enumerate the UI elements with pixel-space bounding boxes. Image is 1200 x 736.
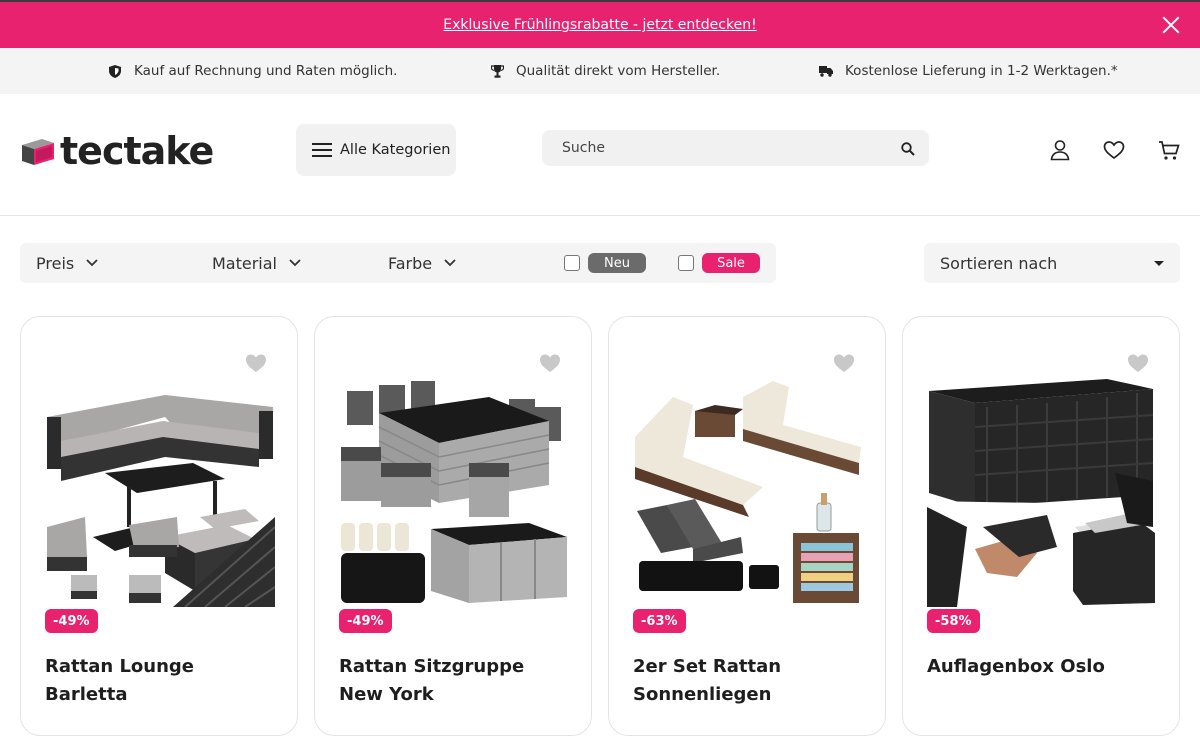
product-card[interactable]: -49% Rattan Lounge Barletta — [20, 316, 298, 736]
new-checkbox[interactable] — [564, 255, 580, 271]
usp-text: Qualität direkt vom Hersteller. — [516, 63, 721, 79]
filter-color-label: Farbe — [388, 253, 433, 273]
discount-badge: -63% — [633, 609, 686, 633]
product-image — [927, 379, 1157, 607]
discount-badge: -49% — [339, 609, 392, 633]
discount-badge: -49% — [45, 609, 98, 633]
heart-icon[interactable] — [245, 353, 267, 373]
filter-material[interactable]: Material — [212, 243, 301, 283]
menu-icon — [312, 143, 332, 157]
new-pill: Neu — [588, 253, 646, 273]
product-title: 2er Set Rattan Sonnenliegen — [633, 656, 782, 705]
product-image — [635, 381, 861, 603]
search-bar — [542, 130, 929, 166]
site-header: tectake Alle Kategorien — [0, 94, 1200, 216]
chevron-down-icon — [289, 259, 301, 267]
all-categories-label: Alle Kategorien — [340, 142, 451, 158]
chevron-down-icon — [86, 259, 98, 267]
logo-text: tectake — [60, 129, 214, 173]
product-card[interactable]: -49% Rattan Sitzgruppe New York — [314, 316, 592, 736]
promo-link[interactable]: Exklusive Frühlingsrabatte - jetzt entde… — [443, 17, 756, 33]
sort-label: Sortieren nach — [940, 253, 1058, 273]
product-title: Rattan Lounge Barletta — [45, 656, 195, 705]
chevron-down-icon — [444, 259, 456, 267]
truck-icon — [819, 64, 833, 78]
product-image — [341, 381, 567, 603]
usp-text: Kostenlose Lieferung in 1-2 Werktagen.* — [845, 63, 1118, 79]
product-title: Rattan Sitzgruppe New York — [339, 656, 525, 705]
user-icon[interactable] — [1049, 139, 1071, 161]
product-image — [47, 395, 275, 607]
shield-icon — [108, 64, 122, 78]
heart-icon[interactable] — [539, 353, 561, 373]
filter-bar: Preis Material Farbe Neu Sale — [20, 243, 776, 283]
sort-dropdown[interactable]: Sortieren nach — [924, 243, 1180, 283]
usp-bar: Kauf auf Rechnung und Raten möglich. Qua… — [0, 48, 1200, 94]
trophy-icon — [490, 64, 504, 78]
product-card[interactable]: -63% 2er Set Rattan Sonnenliegen — [608, 316, 886, 736]
sale-pill: Sale — [702, 253, 760, 273]
product-card[interactable]: -58% Auflagenbox Oslo — [902, 316, 1180, 736]
logo-cube-icon — [22, 139, 54, 165]
search-input[interactable] — [562, 140, 882, 156]
cart-icon[interactable] — [1158, 139, 1180, 161]
product-title: Auflagenbox Oslo — [927, 656, 1105, 677]
filter-price-label: Preis — [36, 253, 75, 273]
discount-badge: -58% — [927, 609, 980, 633]
caret-down-icon — [1154, 261, 1164, 266]
promo-bar: Exklusive Frühlingsrabatte - jetzt entde… — [0, 0, 1200, 48]
usp-text: Kauf auf Rechnung und Raten möglich. — [134, 63, 398, 79]
usp-item-invoice: Kauf auf Rechnung und Raten möglich. — [108, 63, 397, 79]
usp-item-delivery: Kostenlose Lieferung in 1-2 Werktagen.* — [819, 63, 1118, 79]
all-categories-button[interactable]: Alle Kategorien — [296, 124, 456, 176]
filter-color[interactable]: Farbe — [388, 243, 456, 283]
search-icon[interactable] — [901, 141, 915, 160]
sale-checkbox[interactable] — [678, 255, 694, 271]
logo[interactable]: tectake — [20, 129, 214, 173]
heart-icon[interactable] — [833, 353, 855, 373]
heart-icon[interactable] — [1127, 353, 1149, 373]
usp-item-quality: Qualität direkt vom Hersteller. — [490, 63, 720, 79]
filter-material-label: Material — [212, 253, 277, 273]
wishlist-heart-icon[interactable] — [1103, 139, 1125, 161]
close-icon[interactable] — [1160, 14, 1182, 36]
filter-price[interactable]: Preis — [36, 243, 98, 283]
